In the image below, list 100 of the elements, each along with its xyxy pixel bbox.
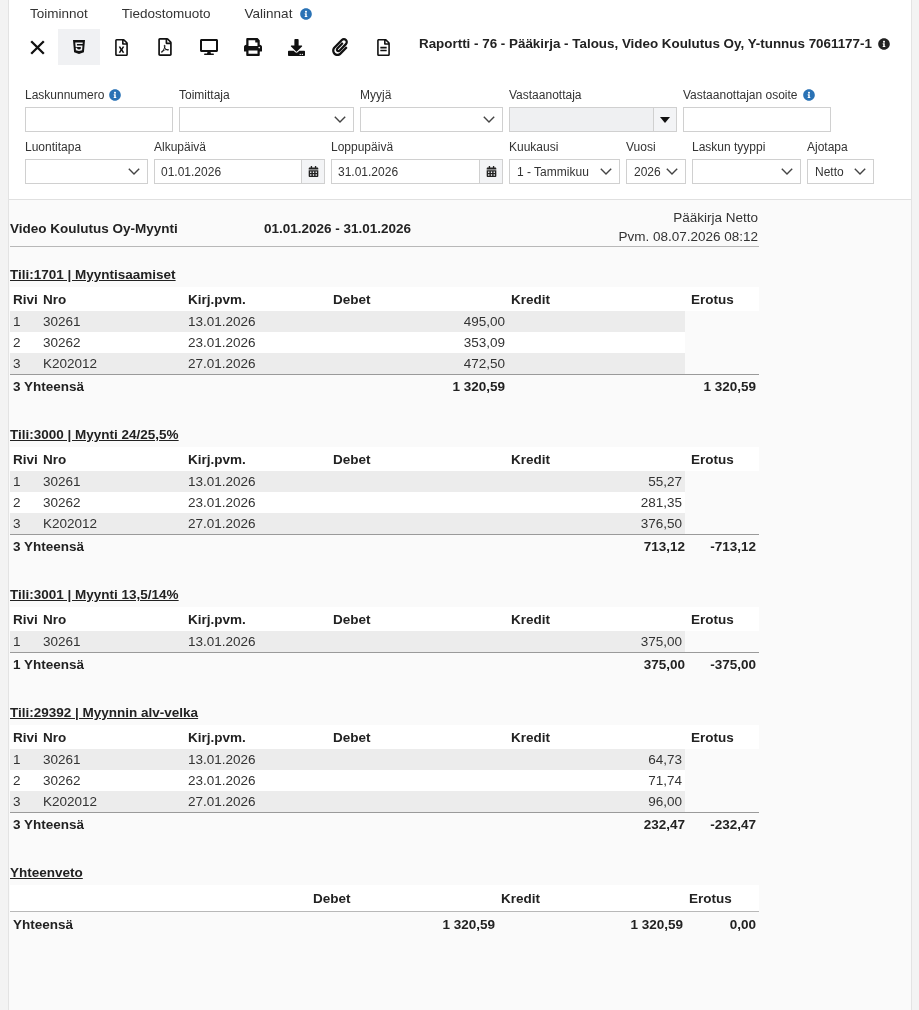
close-icon	[30, 39, 45, 55]
column-header: Kirj.pvm.	[187, 451, 247, 467]
select-field[interactable]	[692, 159, 801, 184]
menu-item[interactable]: Toiminnot	[30, 5, 88, 23]
column-header: Erotus	[690, 291, 735, 307]
select-field[interactable]	[25, 159, 148, 184]
total-difference: -232,47	[709, 817, 757, 832]
report-period: 01.01.2026 - 31.01.2026	[264, 219, 412, 236]
company-name: Video Koulutus Oy-Myynti	[10, 219, 179, 236]
column-header: Nro	[42, 451, 68, 467]
credit-cell-text: 55,27	[647, 474, 683, 489]
debit-cell-text: 495,00	[462, 314, 506, 329]
menu-item[interactable]: Valinnat	[244, 5, 293, 23]
document-number-cell-text: K202012	[42, 516, 99, 531]
menu-item[interactable]: Tiedostomuoto	[121, 5, 211, 23]
pdf-file-icon	[156, 38, 174, 56]
date-cell-text: 27.01.2026	[187, 516, 257, 531]
date-cell-text: 13.01.2026	[187, 314, 257, 329]
account-title: Tili:3001 | Myynti 13,5/14%	[10, 587, 179, 603]
chevron-down-icon	[600, 168, 612, 175]
column-header: Debet	[312, 890, 352, 906]
total-debit: 1 320,59	[441, 916, 496, 932]
account-title: Tili:1701 | Myyntisaamiset	[10, 267, 176, 283]
field-label: Ajotapa	[807, 139, 848, 154]
date-cell-text: 27.01.2026	[187, 356, 257, 371]
total-difference: -713,12	[709, 539, 757, 554]
printer-icon	[244, 38, 262, 56]
download-icon	[288, 38, 305, 56]
text-field[interactable]	[25, 107, 173, 132]
date-field[interactable]: 31.01.2026	[331, 159, 480, 184]
date-cell-text: 23.01.2026	[187, 773, 257, 788]
column-header: Kredit	[500, 890, 541, 906]
total-credit: 375,00	[642, 657, 686, 672]
credit-cell-text: 375,00	[639, 634, 683, 649]
calendar-button[interactable]	[480, 159, 503, 184]
account-title: Tili:3000 | Myynti 24/25,5%	[10, 427, 179, 443]
chevron-down-icon	[334, 116, 346, 123]
select-field[interactable]: 2026	[626, 159, 686, 184]
debit-cell-text: 472,50	[462, 356, 506, 371]
credit-cell-text: 71,74	[647, 773, 683, 788]
total-difference: 0,00	[728, 916, 757, 932]
chevron-down-icon	[666, 168, 678, 175]
select-field[interactable]: 1 - Tammikuu	[509, 159, 620, 184]
column-header: Nro	[42, 291, 68, 307]
chevron-down-icon	[483, 116, 495, 123]
html5-icon	[71, 39, 87, 55]
field-label: Laskunnumero	[25, 87, 105, 102]
document-number-cell-text: 30261	[42, 752, 82, 767]
document-number-cell-text: 30262	[42, 495, 82, 510]
row-number-cell-text: 3	[12, 516, 22, 531]
row-number-cell-text: 2	[12, 495, 22, 510]
date-cell-text: 13.01.2026	[187, 752, 257, 767]
credit-cell-text: 281,35	[639, 495, 683, 510]
column-header: Rivi	[12, 611, 39, 627]
date-cell-text: 13.01.2026	[187, 634, 257, 649]
row-number-cell-text: 2	[12, 773, 22, 788]
calendar-button[interactable]	[302, 159, 325, 184]
column-header: Kredit	[510, 729, 551, 745]
column-header: Rivi	[12, 291, 39, 307]
column-header: Nro	[42, 611, 68, 627]
info-icon[interactable]	[877, 37, 890, 50]
calendar-icon	[307, 166, 319, 177]
summary-title: Yhteenveto	[10, 865, 83, 881]
field-label: Vastaanottajan osoite	[683, 87, 798, 102]
select-field[interactable]	[179, 107, 354, 132]
date-field[interactable]: 01.01.2026	[154, 159, 302, 184]
select-field[interactable]	[360, 107, 503, 132]
total-credit: 232,47	[642, 817, 686, 832]
total-label: 3 Yhteensä	[12, 539, 86, 554]
row-number-cell-text: 1	[12, 634, 22, 649]
column-header: Kirj.pvm.	[187, 291, 247, 307]
date-cell-text: 13.01.2026	[187, 474, 257, 489]
field-label: Myyjä	[360, 87, 392, 102]
select-field[interactable]: Netto	[807, 159, 874, 184]
total-credit: 1 320,59	[629, 916, 684, 932]
chevron-down-icon	[128, 168, 140, 175]
monitor-icon	[200, 38, 218, 56]
row-number-cell-text: 1	[12, 752, 22, 767]
document-number-cell-text: K202012	[42, 356, 99, 371]
total-label: 3 Yhteensä	[12, 379, 86, 394]
column-header: Debet	[332, 611, 372, 627]
credit-cell-text: 96,00	[647, 794, 683, 809]
credit-cell-text: 64,73	[647, 752, 683, 767]
html5-button[interactable]	[58, 29, 100, 65]
column-header: Kirj.pvm.	[187, 611, 247, 627]
total-difference: 1 320,59	[702, 379, 757, 394]
total-credit: 713,12	[642, 539, 686, 554]
row-number-cell-text: 2	[12, 335, 22, 350]
chevron-down-icon	[854, 168, 866, 175]
field-label: Vastaanottaja	[509, 87, 582, 102]
text-field[interactable]	[683, 107, 831, 132]
column-header: Debet	[332, 451, 372, 467]
dropdown-button[interactable]	[654, 107, 677, 132]
row-number-cell-text: 1	[12, 474, 22, 489]
paperclip-icon	[331, 38, 349, 56]
column-header: Erotus	[690, 451, 735, 467]
document-number-cell-text: 30261	[42, 634, 82, 649]
total-debit: 1 320,59	[451, 379, 506, 394]
field-label: Luontitapa	[25, 139, 82, 154]
report-title: Raportti - 76 - Pääkirja - Talous, Video Koulutus Oy, Y-tunnus 7061177-1	[419, 36, 872, 51]
